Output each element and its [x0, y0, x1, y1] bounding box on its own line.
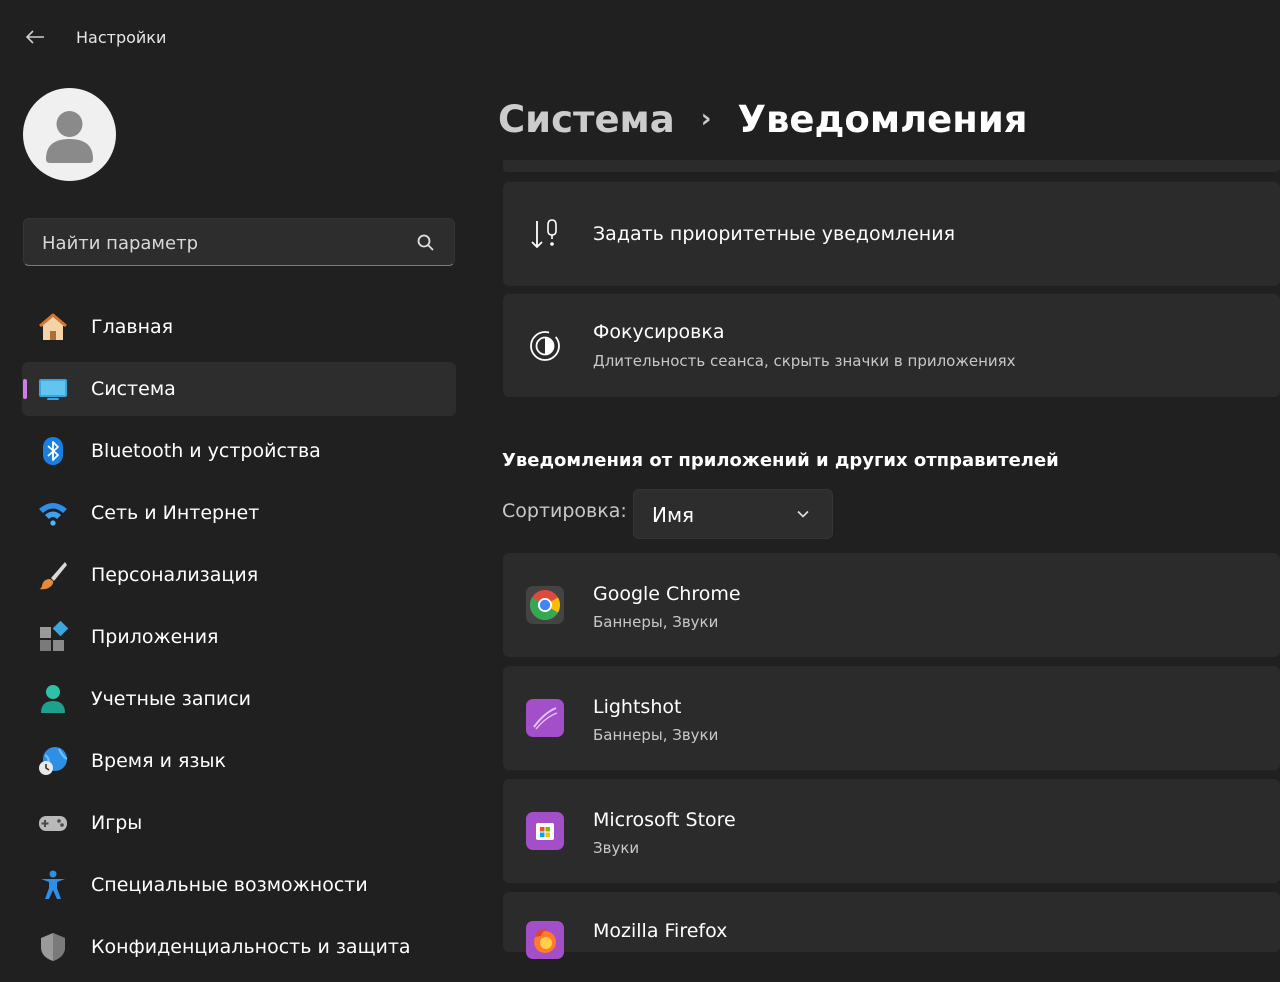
app-name: Mozilla Firefox: [593, 920, 728, 942]
search-icon[interactable]: [416, 233, 436, 253]
arrow-left-icon: [25, 30, 44, 44]
sidebar-item-label: Конфиденциальность и защита: [91, 936, 411, 958]
app-detail: Баннеры, Звуки: [593, 613, 719, 631]
sidebar-nav: Главная Система Bluetooth и устройства С…: [22, 300, 456, 982]
app-row-microsoft-store[interactable]: Microsoft Store Звуки: [503, 779, 1280, 883]
breadcrumb-parent[interactable]: Система: [498, 98, 675, 141]
app-row-google-chrome[interactable]: Google Chrome Баннеры, Звуки: [503, 553, 1280, 657]
home-icon: [37, 311, 69, 343]
app-row-lightshot[interactable]: Lightshot Баннеры, Звуки: [503, 666, 1280, 770]
wifi-icon: [37, 497, 69, 529]
focus-card[interactable]: Фокусировка Длительность сеанса, скрыть …: [503, 294, 1280, 397]
sidebar-item-label: Bluetooth и устройства: [91, 440, 321, 462]
apps-icon: [37, 621, 69, 653]
sidebar-item-gaming[interactable]: Игры: [22, 796, 456, 850]
card-subtitle: Длительность сеанса, скрыть значки в при…: [593, 352, 1016, 370]
sidebar-item-label: Сеть и Интернет: [91, 502, 260, 524]
sort-dropdown[interactable]: Имя: [633, 489, 833, 539]
sidebar-item-accounts[interactable]: Учетные записи: [22, 672, 456, 726]
shield-icon: [37, 931, 69, 963]
sidebar-item-label: Главная: [91, 316, 174, 338]
time-language-icon: [37, 745, 69, 777]
app-name: Microsoft Store: [593, 809, 736, 831]
sidebar-item-bluetooth[interactable]: Bluetooth и устройства: [22, 424, 456, 478]
search-input[interactable]: [40, 219, 414, 267]
sidebar-item-privacy[interactable]: Конфиденциальность и защита: [22, 920, 456, 974]
page-title: Уведомления: [737, 97, 1028, 141]
app-detail: Баннеры, Звуки: [593, 726, 719, 744]
accessibility-icon: [37, 869, 69, 901]
app-row-mozilla-firefox[interactable]: Mozilla Firefox: [503, 892, 1280, 959]
card-title: Задать приоритетные уведомления: [593, 223, 956, 245]
bluetooth-icon: [37, 435, 69, 467]
back-button[interactable]: [22, 24, 48, 50]
sidebar-item-system[interactable]: Система: [22, 362, 456, 416]
app-name: Google Chrome: [593, 583, 741, 605]
sidebar-item-label: Персонализация: [91, 564, 259, 586]
selection-indicator: [23, 379, 27, 399]
sidebar-item-network[interactable]: Сеть и Интернет: [22, 486, 456, 540]
microsoft-store-icon: [525, 811, 565, 851]
breadcrumb: Система › Уведомления: [498, 92, 1028, 146]
sort-label: Сортировка:: [502, 500, 627, 522]
search-box[interactable]: [23, 218, 455, 267]
app-detail: Звуки: [593, 839, 640, 857]
firefox-icon: [525, 920, 565, 960]
chevron-down-icon: [797, 510, 809, 518]
sidebar-item-label: Система: [91, 378, 176, 400]
sidebar-item-home[interactable]: Главная: [22, 300, 456, 354]
gamepad-icon: [37, 807, 69, 839]
focus-icon: [525, 326, 565, 366]
sidebar-item-personalization[interactable]: Персонализация: [22, 548, 456, 602]
app-name: Lightshot: [593, 696, 682, 718]
section-title: Уведомления от приложений и других отпра…: [502, 450, 1059, 471]
sidebar-item-apps[interactable]: Приложения: [22, 610, 456, 664]
sidebar-item-label: Время и язык: [91, 750, 226, 772]
sidebar-item-label: Учетные записи: [91, 688, 252, 710]
card-title: Фокусировка: [593, 321, 725, 343]
account-icon: [37, 683, 69, 715]
sidebar-item-label: Приложения: [91, 626, 219, 648]
brush-icon: [37, 559, 69, 591]
system-icon: [37, 373, 69, 405]
sidebar-item-accessibility[interactable]: Специальные возможности: [22, 858, 456, 912]
title-bar: Настройки: [0, 0, 1280, 78]
chevron-right-icon: ›: [700, 104, 712, 134]
app-title: Настройки: [76, 28, 167, 47]
sidebar-item-time-language[interactable]: Время и язык: [22, 734, 456, 788]
sort-value: Имя: [652, 503, 695, 527]
lightshot-icon: [525, 698, 565, 738]
sidebar-item-label: Специальные возможности: [91, 874, 368, 896]
sidebar-item-label: Игры: [91, 812, 143, 834]
previous-card-edge: [503, 160, 1280, 172]
avatar[interactable]: [23, 88, 116, 181]
priority-notifications-card[interactable]: Задать приоритетные уведомления: [503, 182, 1280, 286]
user-icon: [46, 111, 93, 163]
chrome-icon: [525, 585, 565, 625]
priority-notification-icon: [525, 214, 565, 254]
